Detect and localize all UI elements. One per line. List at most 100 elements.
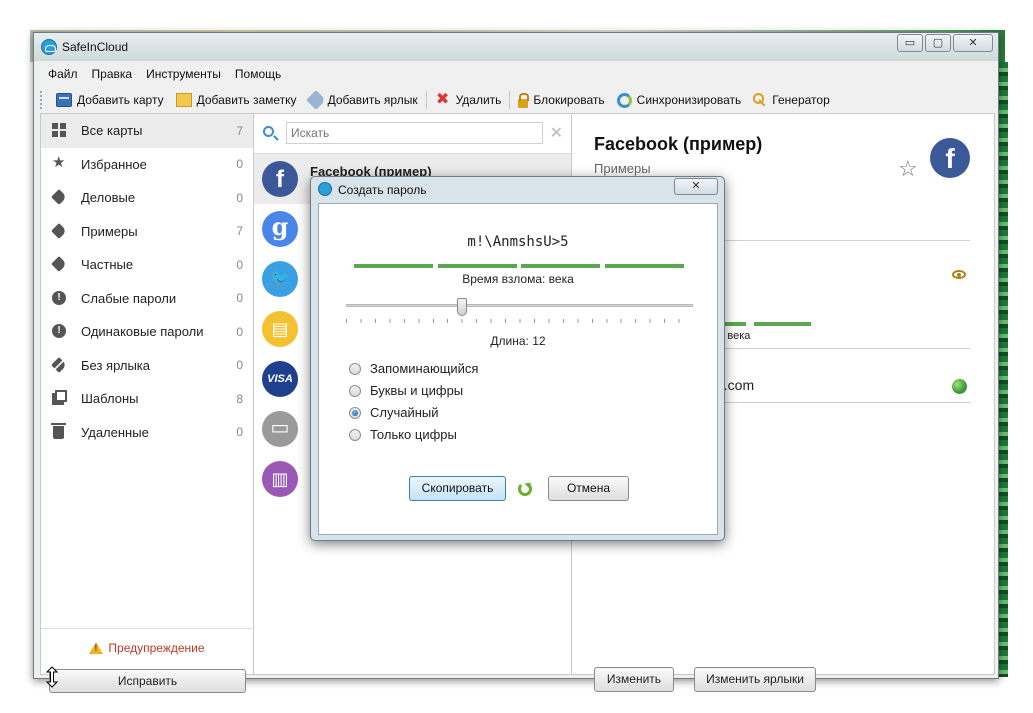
length-slider-thumb[interactable] bbox=[456, 298, 467, 316]
globe-icon[interactable] bbox=[952, 379, 967, 394]
strength-bar-fragment bbox=[754, 322, 811, 326]
menu-bar: Файл Правка Инструменты Помощь bbox=[41, 65, 288, 85]
sidebar-item-count: 0 bbox=[236, 425, 243, 440]
sidebar-item-business[interactable]: Деловые 0 bbox=[41, 181, 253, 215]
detail-subtitle: Примеры bbox=[594, 161, 651, 176]
option-random[interactable]: Случайный bbox=[349, 405, 439, 420]
sidebar-item-templates[interactable]: Шаблоны 8 bbox=[41, 382, 253, 416]
alert-icon: ! bbox=[52, 290, 66, 305]
sidebar-item-private[interactable]: Частные 0 bbox=[41, 248, 253, 282]
radio-random[interactable] bbox=[349, 406, 361, 419]
copy-button[interactable]: Скопировать bbox=[409, 476, 506, 501]
sidebar-item-label: Шаблоны bbox=[81, 391, 139, 407]
strength-bar-segment bbox=[438, 264, 517, 268]
lock-button[interactable]: Блокировать bbox=[512, 89, 610, 111]
key-icon bbox=[753, 93, 767, 107]
desktop-background-right bbox=[998, 62, 1008, 677]
add-card-label: Добавить карту bbox=[77, 93, 164, 107]
generator-label: Генератор bbox=[772, 93, 830, 107]
generator-button[interactable]: Генератор bbox=[747, 89, 835, 111]
detail-title: Facebook (пример) bbox=[594, 134, 763, 154]
computer-icon: ▭ bbox=[262, 411, 298, 447]
clear-icon[interactable]: ✕ bbox=[550, 123, 563, 143]
refresh-icon[interactable] bbox=[518, 482, 532, 496]
delete-x-icon: ✖ bbox=[435, 91, 450, 108]
eye-icon[interactable] bbox=[952, 270, 966, 279]
warning-message[interactable]: Предупреждение bbox=[41, 641, 253, 655]
toolbar-separator bbox=[509, 91, 511, 109]
toolbar-grip[interactable] bbox=[40, 91, 44, 109]
strength-bar-segment bbox=[354, 264, 433, 268]
option-memorable[interactable]: Запоминающийся bbox=[349, 361, 478, 376]
add-card-button[interactable]: Добавить карту bbox=[50, 89, 170, 111]
sidebar-item-count: 7 bbox=[236, 123, 243, 138]
favorite-star-icon[interactable]: ☆ bbox=[898, 156, 918, 182]
sidebar-item-no-label[interactable]: Без ярлыка 0 bbox=[41, 349, 253, 383]
sidebar-item-favorites[interactable]: ★ Избранное 0 bbox=[41, 148, 253, 182]
sidebar-item-label: Примеры bbox=[81, 223, 138, 239]
lock-icon bbox=[518, 92, 530, 108]
option-label: Буквы и цифры bbox=[370, 383, 464, 398]
add-note-button[interactable]: Добавить заметку bbox=[170, 89, 303, 111]
sidebar-item-count: 0 bbox=[236, 291, 243, 306]
facebook-logo-icon: f bbox=[930, 138, 970, 178]
delete-button[interactable]: ✖ Удалить bbox=[429, 89, 508, 111]
dialog-close-button[interactable]: ✕ bbox=[674, 178, 718, 195]
dialog-title-bar[interactable]: Создать пароль ✕ bbox=[311, 177, 724, 201]
option-letters-digits[interactable]: Буквы и цифры bbox=[349, 383, 463, 398]
edit-labels-button[interactable]: Изменить ярлыки bbox=[694, 667, 816, 692]
sidebar-item-examples[interactable]: Примеры 7 bbox=[41, 215, 253, 249]
generated-password[interactable]: m!\AnmshsU>5 bbox=[319, 234, 717, 250]
close-button[interactable]: ✕ bbox=[953, 34, 993, 52]
sidebar-item-count: 7 bbox=[236, 224, 243, 239]
sidebar-item-all-cards[interactable]: Все карты 7 bbox=[41, 114, 253, 148]
radio-digits-only[interactable] bbox=[349, 428, 361, 441]
twitter-icon: 🐦 bbox=[262, 261, 298, 297]
title-bar[interactable]: SafeInCloud ▭ ▢ ✕ bbox=[34, 33, 998, 61]
edit-button[interactable]: Изменить bbox=[594, 667, 674, 692]
length-slider-track[interactable] bbox=[346, 304, 693, 307]
cancel-button[interactable]: Отмена bbox=[548, 476, 629, 501]
radio-memorable[interactable] bbox=[349, 362, 361, 375]
resize-cursor-icon bbox=[46, 666, 58, 688]
sidebar-item-label: Удаленные bbox=[81, 424, 149, 440]
delete-label: Удалить bbox=[455, 93, 502, 107]
warning-text: Предупреждение bbox=[108, 641, 205, 655]
dialog-body: m!\AnmshsU>5 Время взлома: века Длина: 1… bbox=[318, 203, 718, 535]
sync-label: Синхронизировать bbox=[636, 93, 742, 107]
length-slider-ticks bbox=[346, 319, 693, 323]
tag-icon bbox=[305, 90, 326, 110]
dialog-title: Создать пароль bbox=[338, 183, 427, 197]
maximize-button[interactable]: ▢ bbox=[925, 34, 951, 52]
sidebar-item-weak-passwords[interactable]: ! Слабые пароли 0 bbox=[41, 282, 253, 316]
password-generator-dialog: Создать пароль ✕ m!\AnmshsU>5 Время взло… bbox=[310, 176, 725, 541]
template-icon bbox=[55, 390, 67, 402]
search-bar: ✕ bbox=[254, 114, 571, 154]
option-digits-only[interactable]: Только цифры bbox=[349, 427, 457, 442]
menu-file[interactable]: Файл bbox=[41, 65, 85, 85]
add-label-button[interactable]: Добавить ярлык bbox=[303, 89, 424, 111]
option-label: Запоминающийся bbox=[370, 361, 479, 376]
search-input[interactable] bbox=[286, 122, 543, 144]
crack-time-label: Время взлома: века bbox=[462, 272, 574, 286]
sidebar-item-duplicate-passwords[interactable]: ! Одинаковые пароли 0 bbox=[41, 315, 253, 349]
strength-bar-segment bbox=[605, 264, 684, 268]
minimize-button[interactable]: ▭ bbox=[897, 34, 923, 52]
sidebar-item-label: Одинаковые пароли bbox=[81, 324, 204, 340]
sidebar-item-label: Все карты bbox=[81, 123, 143, 139]
radio-letters-digits[interactable] bbox=[349, 384, 361, 397]
menu-edit[interactable]: Правка bbox=[85, 65, 140, 85]
sync-button[interactable]: Синхронизировать bbox=[611, 89, 748, 111]
option-label: Случайный bbox=[370, 405, 439, 420]
add-note-label: Добавить заметку bbox=[196, 93, 297, 107]
sidebar-item-label: Слабые пароли bbox=[81, 290, 177, 306]
fix-button[interactable]: Исправить bbox=[49, 669, 246, 693]
menu-tools[interactable]: Инструменты bbox=[139, 65, 228, 85]
menu-help[interactable]: Помощь bbox=[228, 65, 288, 85]
length-label: Длина: 12 bbox=[490, 334, 546, 348]
sidebar-item-deleted[interactable]: Удаленные 0 bbox=[41, 416, 253, 450]
strength-meter bbox=[354, 264, 684, 268]
sidebar: Все карты 7 ★ Избранное 0 Деловые 0 Прим… bbox=[40, 113, 254, 693]
sidebar-item-count: 8 bbox=[236, 391, 243, 406]
add-label-label: Добавить ярлык bbox=[327, 93, 418, 107]
